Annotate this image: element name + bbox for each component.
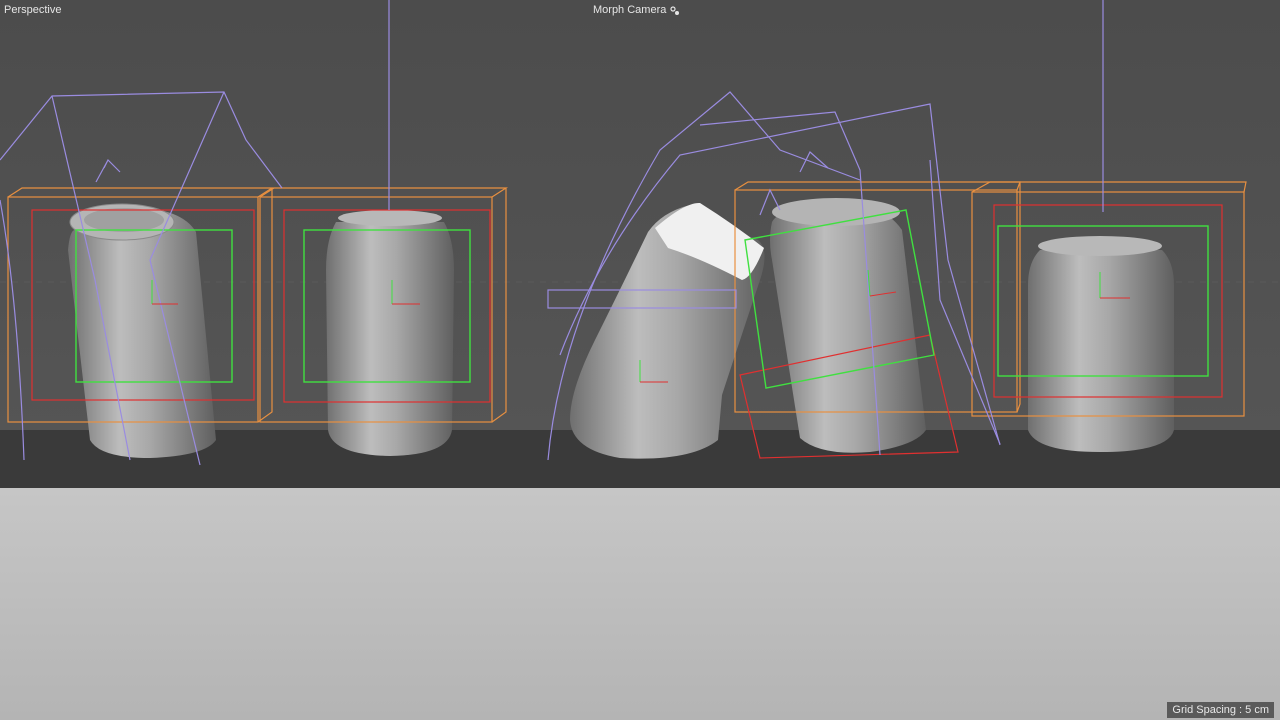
can-2-upright[interactable] <box>326 210 454 456</box>
can-5-short[interactable] <box>1028 236 1174 452</box>
can-1-tilted[interactable] <box>68 203 216 458</box>
3d-viewport[interactable]: Perspective Morph Camera Grid Spacing : … <box>0 0 1280 720</box>
floor-plane <box>0 488 1280 720</box>
scene-canvas[interactable] <box>0 0 1280 720</box>
viewport-view-label[interactable]: Perspective <box>4 2 61 18</box>
camera-name: Morph Camera <box>593 4 667 16</box>
active-camera-label[interactable]: Morph Camera <box>590 2 683 18</box>
camera-gear-icon[interactable] <box>670 5 680 15</box>
grid-spacing-readout: Grid Spacing : 5 cm <box>1167 702 1274 718</box>
